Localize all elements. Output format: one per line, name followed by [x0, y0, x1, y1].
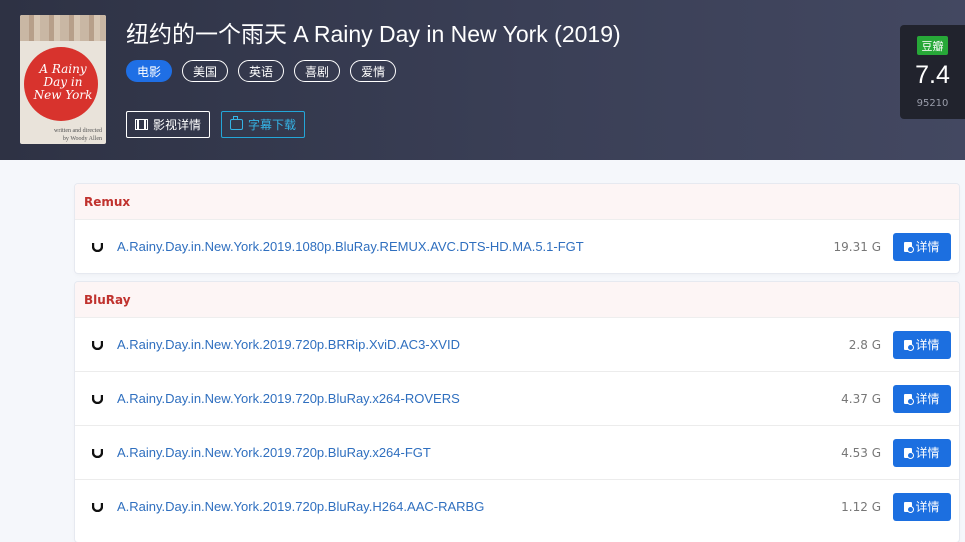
- movie-details-label: 影视详情: [153, 118, 202, 132]
- release-row: A.Rainy.Day.in.New.York.2019.720p.BluRay…: [75, 426, 959, 480]
- release-row: A.Rainy.Day.in.New.York.2019.720p.BluRay…: [75, 372, 959, 426]
- tag-country[interactable]: 美国: [182, 60, 229, 82]
- magnet-icon[interactable]: [92, 392, 103, 404]
- release-name-link[interactable]: A.Rainy.Day.in.New.York.2019.720p.BluRay…: [117, 391, 460, 406]
- release-name-link[interactable]: A.Rainy.Day.in.New.York.2019.720p.BRRip.…: [117, 337, 460, 352]
- poster-credit: written and directed by Woody Allen: [54, 128, 102, 142]
- release-size: 4.37 G: [841, 391, 881, 406]
- release-detail-label: 详情: [915, 338, 940, 352]
- movie-details-button[interactable]: 影视详情: [126, 111, 211, 138]
- movie-header: A Rainy Day in New York written and dire…: [0, 0, 965, 160]
- release-size: 19.31 G: [833, 239, 881, 254]
- magnet-icon[interactable]: [92, 338, 103, 350]
- release-name-link[interactable]: A.Rainy.Day.in.New.York.2019.1080p.BluRa…: [117, 239, 584, 254]
- release-detail-button[interactable]: 详情: [893, 330, 951, 359]
- movie-title: 纽约的一个雨天 A Rainy Day in New York (2019): [126, 21, 621, 47]
- release-detail-button[interactable]: 详情: [893, 232, 951, 261]
- release-group-remux: Remux A.Rainy.Day.in.New.York.2019.1080p…: [75, 184, 959, 273]
- douban-rating[interactable]: 豆瓣 7.4 95210: [900, 25, 965, 119]
- magnet-icon[interactable]: [92, 446, 103, 458]
- poster-title: A Rainy Day in New York: [33, 62, 93, 102]
- release-detail-button[interactable]: 详情: [893, 438, 951, 467]
- group-heading: Remux: [75, 184, 959, 220]
- group-heading: BluRay: [75, 282, 959, 318]
- tag-type[interactable]: 电影: [126, 60, 173, 82]
- magnet-icon[interactable]: [92, 240, 103, 252]
- tag-list: 电影 美国 英语 喜剧 爱情: [126, 60, 397, 82]
- douban-badge: 豆瓣: [917, 36, 948, 55]
- release-row: A.Rainy.Day.in.New.York.2019.1080p.BluRa…: [75, 220, 959, 273]
- release-size: 4.53 G: [841, 445, 881, 460]
- subtitle-download-button[interactable]: 字幕下载: [221, 111, 306, 138]
- magnet-icon[interactable]: [92, 500, 103, 512]
- release-detail-label: 详情: [915, 240, 940, 254]
- document-search-icon: [904, 241, 915, 253]
- release-detail-label: 详情: [915, 446, 940, 460]
- tag-genre-romance[interactable]: 爱情: [350, 60, 397, 82]
- film-icon: [135, 119, 148, 130]
- subtitle-download-label: 字幕下载: [248, 118, 297, 132]
- release-name-link[interactable]: A.Rainy.Day.in.New.York.2019.720p.BluRay…: [117, 445, 431, 460]
- rating-votes: 95210: [916, 98, 949, 109]
- header-actions: 影视详情 字幕下载: [126, 111, 306, 138]
- release-detail-label: 详情: [915, 500, 940, 514]
- document-search-icon: [904, 501, 915, 513]
- subtitle-icon: [230, 116, 244, 130]
- release-name-link[interactable]: A.Rainy.Day.in.New.York.2019.720p.BluRay…: [117, 499, 484, 514]
- document-search-icon: [904, 447, 915, 459]
- document-search-icon: [904, 339, 915, 351]
- release-size: 1.12 G: [841, 499, 881, 514]
- rating-score: 7.4: [915, 61, 950, 89]
- release-detail-button[interactable]: 详情: [893, 492, 951, 521]
- poster-cast-strip: [20, 15, 106, 41]
- document-search-icon: [904, 393, 915, 405]
- release-detail-label: 详情: [915, 392, 940, 406]
- movie-poster[interactable]: A Rainy Day in New York written and dire…: [20, 15, 106, 144]
- release-row: A.Rainy.Day.in.New.York.2019.720p.BRRip.…: [75, 318, 959, 372]
- tag-genre-comedy[interactable]: 喜剧: [294, 60, 341, 82]
- release-detail-button[interactable]: 详情: [893, 384, 951, 413]
- release-size: 2.8 G: [848, 337, 881, 352]
- release-row: A.Rainy.Day.in.New.York.2019.720p.BluRay…: [75, 480, 959, 533]
- tag-language[interactable]: 英语: [238, 60, 285, 82]
- release-group-bluray: BluRay A.Rainy.Day.in.New.York.2019.720p…: [75, 282, 959, 542]
